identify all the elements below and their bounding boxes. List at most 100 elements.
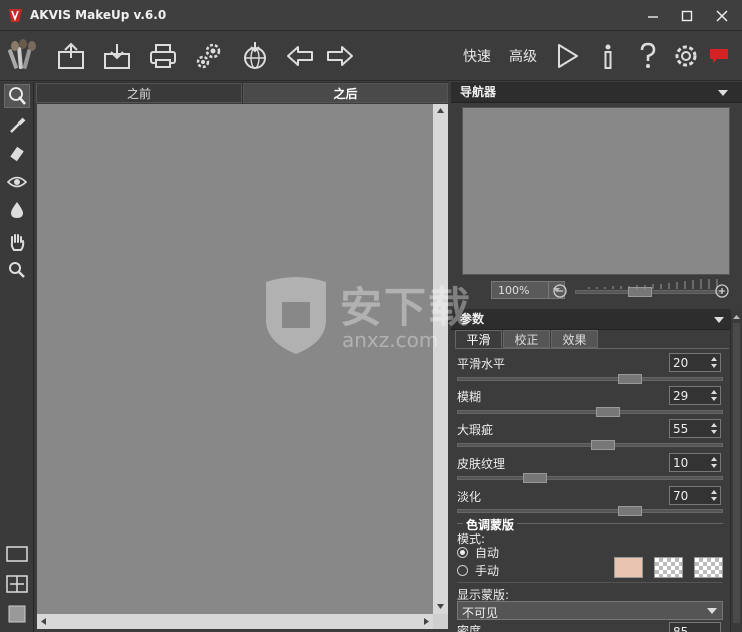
background-color-button[interactable]	[4, 602, 30, 626]
arrow-left-icon	[287, 46, 313, 66]
tab-before[interactable]: 之前	[36, 83, 242, 103]
run-button[interactable]	[552, 40, 584, 72]
close-icon	[716, 10, 728, 22]
share-button[interactable]	[239, 40, 271, 72]
advanced-mode-button[interactable]: 高级	[509, 46, 537, 66]
window-title: AKVIS MakeUp v.6.0	[30, 8, 167, 22]
slider-thumb[interactable]	[618, 506, 642, 516]
brush-icon	[10, 117, 26, 133]
makeup-brush-icon	[9, 87, 26, 105]
mode-manual-radio[interactable]	[457, 565, 468, 576]
blur-slider[interactable]	[457, 407, 723, 417]
drop-icon	[11, 202, 23, 218]
mode-auto-radio[interactable]	[457, 547, 468, 558]
param-label: 大瑕疵	[457, 423, 494, 437]
blur-tool[interactable]	[4, 198, 30, 222]
single-view-button[interactable]	[4, 542, 30, 566]
minimize-icon	[648, 16, 658, 18]
undo-button[interactable]	[284, 40, 316, 72]
fade-slider[interactable]	[457, 506, 723, 516]
param-label: 皮肤纹理	[457, 457, 506, 471]
save-icon	[104, 44, 130, 69]
main-toolbar: 快速 高级	[0, 31, 742, 81]
title-bar: AKVIS MakeUp v.6.0	[0, 0, 742, 31]
transparent-swatch-1[interactable]	[654, 557, 683, 578]
skin-color-swatch[interactable]	[614, 557, 643, 578]
stepper-arrows-icon[interactable]	[710, 422, 718, 435]
image-canvas[interactable]	[37, 104, 433, 614]
density-stepper[interactable]: 85	[669, 622, 721, 632]
chevron-down-icon	[714, 317, 724, 323]
maximize-button[interactable]	[676, 6, 698, 26]
slider-thumb[interactable]	[591, 440, 615, 450]
open-image-button[interactable]	[55, 40, 87, 72]
preferences-button[interactable]	[670, 40, 702, 72]
printer-icon	[150, 44, 176, 68]
about-button[interactable]	[592, 40, 624, 72]
large-blemishes-stepper[interactable]: 55	[669, 419, 721, 438]
fade-stepper[interactable]: 70	[669, 486, 721, 505]
red-eye-tool[interactable]	[4, 170, 30, 194]
stepper-arrows-icon[interactable]	[710, 489, 718, 502]
batch-processing-button[interactable]	[193, 40, 225, 72]
slider-thumb[interactable]	[523, 473, 547, 483]
open-icon	[58, 42, 84, 69]
eraser-tool[interactable]	[4, 142, 30, 166]
magnifier-icon	[9, 262, 25, 278]
zoom-tool[interactable]	[4, 258, 30, 282]
stepper-arrows-icon[interactable]	[710, 456, 718, 469]
notifications-button[interactable]	[705, 40, 733, 72]
mode-auto-label[interactable]: 自动	[475, 544, 499, 561]
parameters-scrollbar[interactable]	[730, 311, 742, 632]
zoom-scale-ticks	[588, 279, 718, 289]
slider-thumb[interactable]	[596, 407, 620, 417]
navigator-header[interactable]: 导航器	[451, 82, 742, 103]
makeup-tool[interactable]	[4, 84, 30, 108]
retouch-brush-tool[interactable]	[4, 114, 30, 138]
close-button[interactable]	[711, 6, 733, 26]
stepper-arrows-icon[interactable]	[710, 389, 718, 402]
skin-texture-slider[interactable]	[457, 473, 723, 483]
help-icon	[640, 42, 656, 68]
print-button[interactable]	[147, 40, 179, 72]
show-mask-select[interactable]: 不可见	[457, 601, 723, 620]
minimize-button[interactable]	[642, 6, 664, 26]
gear-icon	[675, 45, 697, 67]
canvas-horizontal-scrollbar[interactable]	[37, 614, 433, 629]
gears-icon	[196, 43, 221, 69]
redo-button[interactable]	[324, 40, 356, 72]
slider-thumb[interactable]	[618, 374, 642, 384]
mode-manual-label[interactable]: 手动	[475, 562, 499, 579]
navigator-preview[interactable]	[462, 107, 730, 275]
tool-panel	[0, 82, 34, 632]
message-icon	[710, 49, 728, 63]
smoothing-level-slider[interactable]	[457, 374, 723, 384]
blur-stepper[interactable]: 29	[669, 386, 721, 405]
transparent-swatch-2[interactable]	[694, 557, 723, 578]
zoom-slider[interactable]	[575, 287, 723, 297]
smoothing-level-stepper[interactable]: 20	[669, 353, 721, 372]
quick-mode-button[interactable]: 快速	[463, 46, 491, 66]
help-button[interactable]	[632, 40, 664, 72]
zoom-in-icon[interactable]	[715, 284, 729, 298]
tab-effects[interactable]: 效果	[551, 330, 598, 348]
zoom-out-icon[interactable]	[553, 284, 567, 298]
play-icon	[558, 44, 578, 68]
akvis-logo-icon	[9, 9, 22, 22]
tab-smoothing[interactable]: 平滑	[455, 330, 502, 348]
split-view-icon	[6, 575, 28, 593]
arrow-right-icon	[327, 46, 353, 66]
chevron-down-icon	[718, 90, 728, 96]
tab-after[interactable]: 之后	[243, 83, 448, 103]
split-view-button[interactable]	[4, 572, 30, 596]
parameters-header[interactable]: 参数	[451, 309, 730, 330]
info-icon	[604, 44, 612, 69]
hand-tool[interactable]	[4, 230, 30, 254]
canvas-vertical-scrollbar[interactable]	[433, 104, 448, 614]
large-blemishes-slider[interactable]	[457, 440, 723, 450]
navigator-title: 导航器	[460, 85, 497, 99]
skin-texture-stepper[interactable]: 10	[669, 453, 721, 472]
tab-correction[interactable]: 校正	[503, 330, 550, 348]
save-image-button[interactable]	[101, 40, 133, 72]
stepper-arrows-icon[interactable]	[710, 356, 718, 369]
